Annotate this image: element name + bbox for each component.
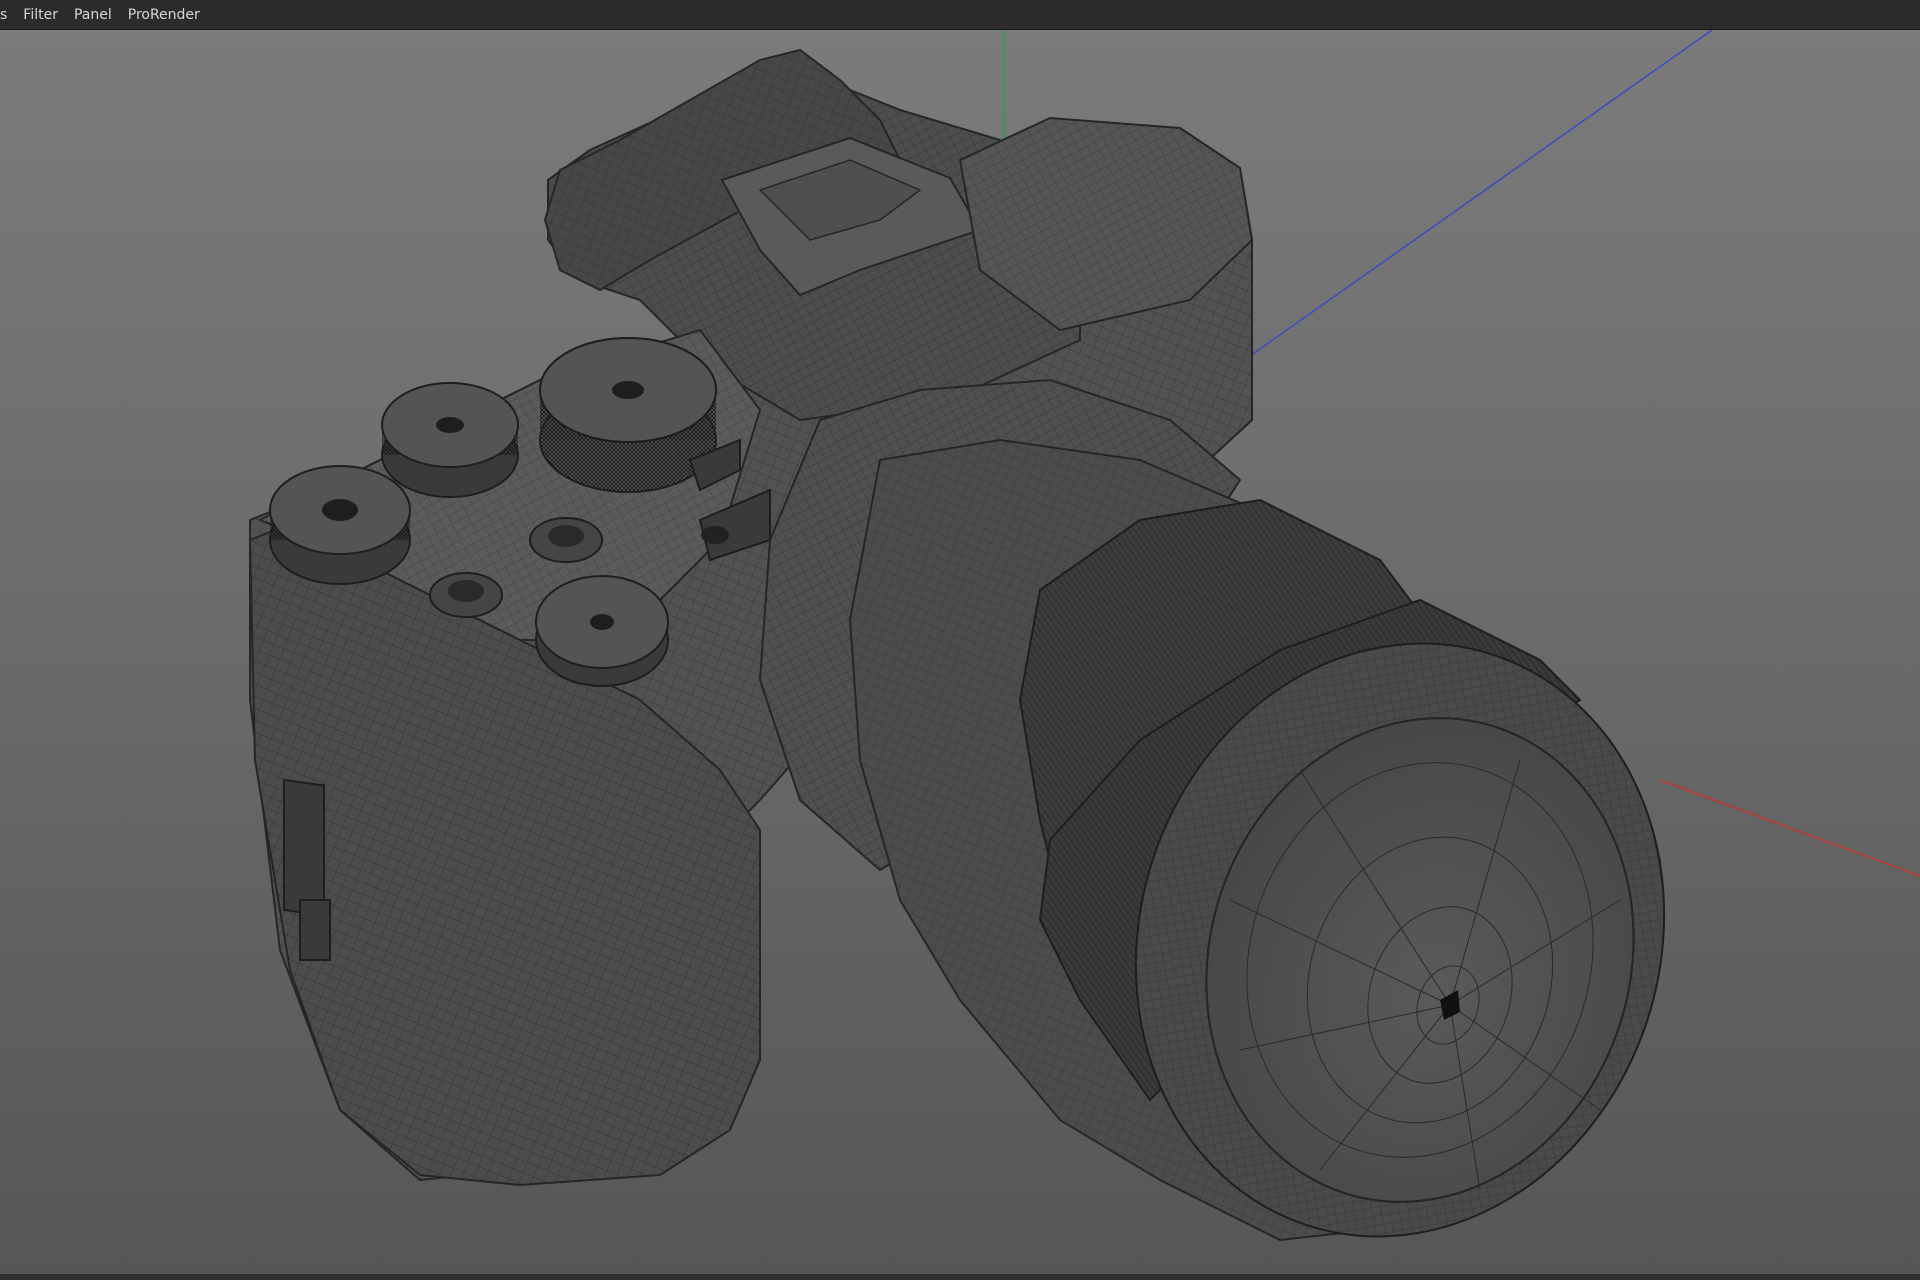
viewport-bottom-edge: [0, 1274, 1920, 1280]
menu-filter[interactable]: Filter: [15, 0, 66, 30]
menu-bar: s Filter Panel ProRender: [0, 0, 1920, 30]
menu-prorender[interactable]: ProRender: [120, 0, 208, 30]
viewport-canvas: [248, 30, 1920, 1242]
dial-left: [269, 465, 411, 585]
dial-front: [535, 575, 669, 687]
dial-large: [539, 337, 717, 493]
3d-viewport[interactable]: [0, 30, 1920, 1280]
axis-x-line: [1659, 779, 1920, 877]
side-port-panel: [283, 778, 325, 917]
axis-z-line: [1249, 30, 1713, 357]
camera-lens: [758, 378, 1666, 1242]
menu-truncated[interactable]: s: [0, 0, 15, 30]
menu-panel[interactable]: Panel: [66, 0, 120, 30]
app-window: s Filter Panel ProRender: [0, 0, 1920, 1280]
dial-mid: [381, 382, 519, 498]
